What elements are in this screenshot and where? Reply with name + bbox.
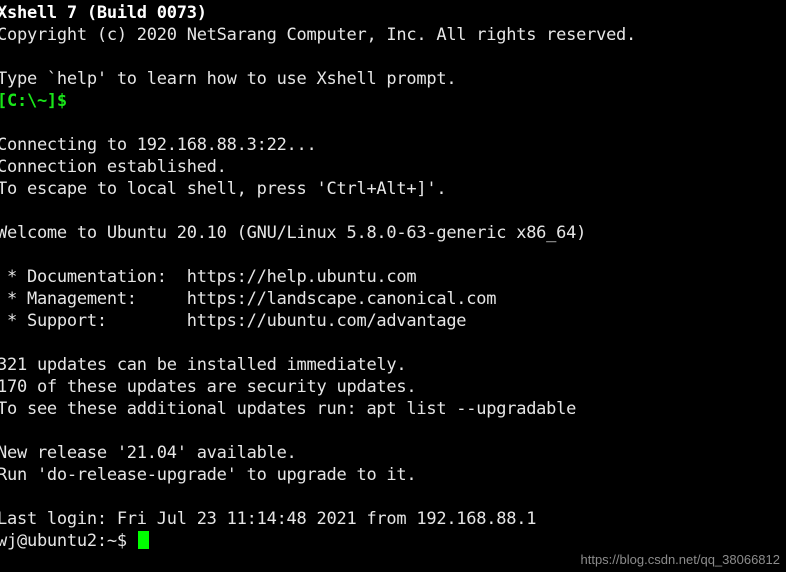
terminal-line-text: * Documentation: https://help.ubuntu.com bbox=[0, 267, 417, 287]
terminal-line-text: 321 updates can be installed immediately… bbox=[0, 355, 407, 375]
terminal-line-text: To see these additional updates run: apt… bbox=[0, 399, 577, 419]
terminal-line: Last login: Fri Jul 23 11:14:48 2021 fro… bbox=[0, 508, 786, 530]
block-cursor-icon bbox=[137, 531, 149, 549]
terminal-line: Connection established. bbox=[0, 156, 786, 178]
terminal-line-text: Welcome to Ubuntu 20.10 (GNU/Linux 5.8.0… bbox=[0, 223, 587, 243]
terminal-line: To escape to local shell, press 'Ctrl+Al… bbox=[0, 178, 786, 200]
terminal-line-text: Run 'do-release-upgrade' to upgrade to i… bbox=[0, 465, 417, 485]
terminal-line: 170 of these updates are security update… bbox=[0, 376, 786, 398]
watermark-url: https://blog.csdn.net/qq_38066812 bbox=[580, 552, 781, 567]
terminal-line-text: Type `help' to learn how to use Xshell p… bbox=[0, 69, 457, 89]
terminal-line-text: 170 of these updates are security update… bbox=[0, 377, 417, 397]
terminal-line: Xshell 7 (Build 0073) bbox=[0, 2, 786, 24]
terminal-line-text: New release '21.04' available. bbox=[0, 443, 297, 463]
terminal-line: Connecting to 192.168.88.3:22... bbox=[0, 134, 786, 156]
terminal-line-text: * Management: https://landscape.canonica… bbox=[0, 289, 497, 309]
terminal-line: * Support: https://ubuntu.com/advantage bbox=[0, 310, 786, 332]
terminal-line-text: Connection established. bbox=[0, 157, 227, 177]
terminal-line-text: Xshell 7 (Build 0073) bbox=[0, 3, 207, 23]
terminal-line: New release '21.04' available. bbox=[0, 442, 786, 464]
terminal-line: * Management: https://landscape.canonica… bbox=[0, 288, 786, 310]
terminal-line-text: Connecting to 192.168.88.3:22... bbox=[0, 135, 317, 155]
terminal-line: Copyright (c) 2020 NetSarang Computer, I… bbox=[0, 24, 786, 46]
shell-prompt-line: wj@ubuntu2:~$ bbox=[0, 530, 786, 552]
terminal-line: Welcome to Ubuntu 20.10 (GNU/Linux 5.8.0… bbox=[0, 222, 786, 244]
terminal-line-text: * Support: https://ubuntu.com/advantage bbox=[0, 311, 467, 331]
terminal-line: 321 updates can be installed immediately… bbox=[0, 354, 786, 376]
prompt-text: wj@ubuntu2:~$ bbox=[0, 531, 137, 551]
terminal-line: * Documentation: https://help.ubuntu.com bbox=[0, 266, 786, 288]
terminal-screen[interactable]: Xshell 7 (Build 0073) Copyright (c) 2020 … bbox=[0, 2, 786, 572]
terminal-line-text: Last login: Fri Jul 23 11:14:48 2021 fro… bbox=[0, 509, 537, 529]
terminal-line-text: [C:\~]$ bbox=[0, 91, 67, 111]
terminal-output: Xshell 7 (Build 0073) Copyright (c) 2020 … bbox=[0, 2, 786, 530]
terminal-line: To see these additional updates run: apt… bbox=[0, 398, 786, 420]
terminal-line: Type `help' to learn how to use Xshell p… bbox=[0, 68, 786, 90]
terminal-line-text: Copyright (c) 2020 NetSarang Computer, I… bbox=[0, 25, 637, 45]
terminal-line: [C:\~]$ bbox=[0, 90, 786, 112]
terminal-line-text: To escape to local shell, press 'Ctrl+Al… bbox=[0, 179, 447, 199]
terminal-line: Run 'do-release-upgrade' to upgrade to i… bbox=[0, 464, 786, 486]
